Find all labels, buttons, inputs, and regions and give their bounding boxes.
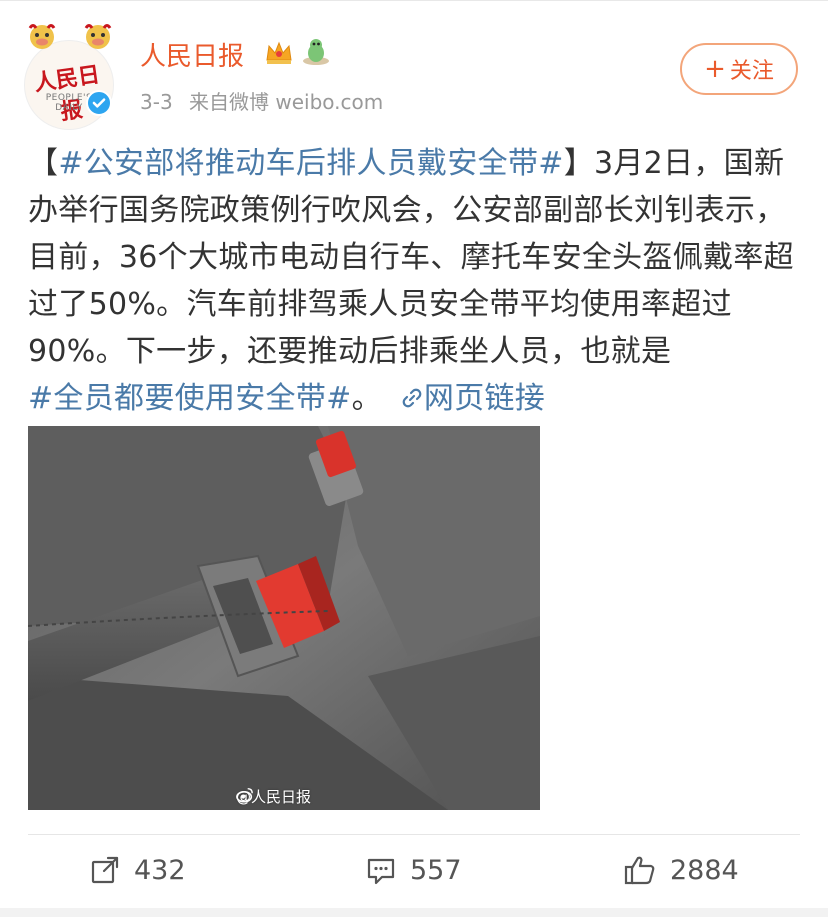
follow-label: 关注 [729, 59, 774, 84]
weibo-icon [236, 787, 253, 803]
share-icon [91, 856, 119, 884]
topic-link-primary[interactable]: #公安部将推动车后排人员戴安全带# [58, 146, 563, 181]
comment-icon [367, 858, 395, 885]
photo-watermark: @人民日报 [236, 786, 311, 807]
bottom-separator [0, 908, 828, 917]
follow-button[interactable]: + 关注 [680, 43, 798, 95]
plus-icon: + [704, 54, 726, 84]
post-end-punct: 。 [351, 381, 382, 416]
comment-count: 557 [410, 854, 462, 886]
open-bracket: 【 [28, 146, 59, 181]
verified-badge-icon [86, 90, 112, 116]
avatar[interactable]: 人民日报 PEOPLE'S DAILY [24, 24, 114, 130]
ox-mascot-icon [28, 24, 56, 49]
divider [28, 834, 800, 835]
post-meta: 3-3 来自微博 weibo.com [140, 86, 393, 115]
post-text: 【#公安部将推动车后排人员戴安全带#】3月2日，国新办举行国务院政策例行吹风会，… [28, 140, 804, 422]
comment-button[interactable]: 557 [366, 848, 462, 892]
topic-link-secondary[interactable]: #全员都要使用安全带# [28, 381, 352, 416]
thumbs-up-icon [624, 856, 655, 885]
share-count: 432 [134, 854, 186, 886]
web-link-label: 网页链接 [423, 381, 546, 416]
dinosaur-icon [303, 39, 329, 65]
post-date: 3-3 [140, 90, 173, 114]
crown-icon [266, 41, 292, 64]
like-count: 2884 [670, 854, 739, 886]
link-icon [402, 388, 422, 408]
web-link[interactable]: 网页链接 [400, 381, 545, 416]
seatbelt-photo [28, 426, 540, 810]
close-bracket: 】 [563, 146, 594, 181]
like-button[interactable]: 2884 [624, 848, 739, 892]
post-source: 来自微博 weibo.com [189, 90, 384, 114]
top-border [0, 0, 828, 1]
account-name[interactable]: 人民日报 [140, 36, 244, 73]
post-photo[interactable]: @人民日报 [28, 426, 540, 810]
share-button[interactable]: 432 [90, 848, 186, 892]
ox-mascot-icon [84, 24, 112, 49]
